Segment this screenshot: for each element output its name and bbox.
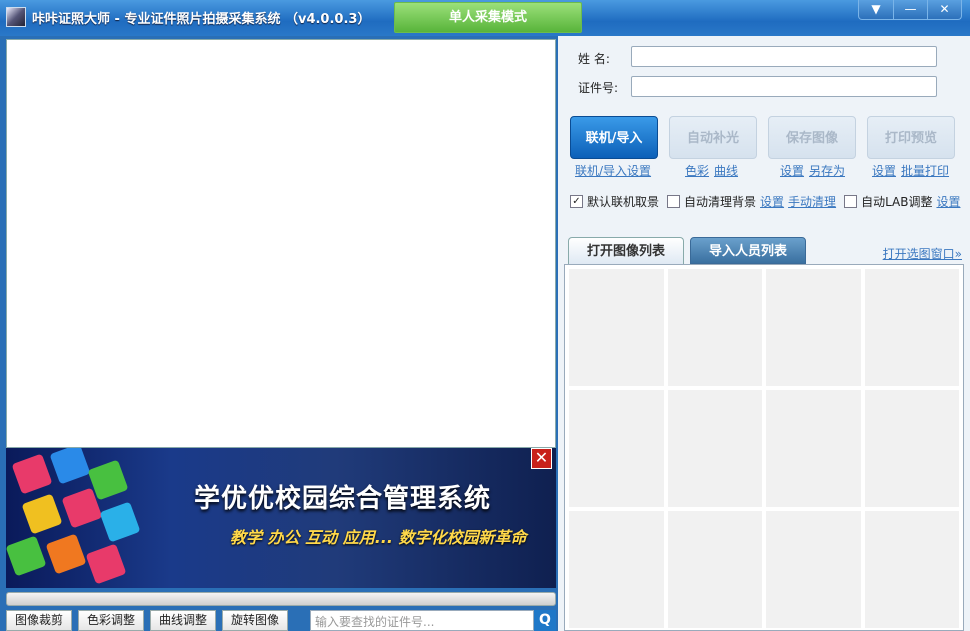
thumbnail-slot[interactable] xyxy=(667,269,762,386)
default-capture-label: 默认联机取景 xyxy=(587,195,660,209)
curve-adjust-button[interactable]: 曲线调整 xyxy=(150,610,217,631)
close-icon[interactable]: ✕ xyxy=(927,0,961,19)
horizontal-scrollbar[interactable] xyxy=(6,592,556,606)
title-bar: 咔咔证照大师 - 专业证件照片拍摄采集系统 （v4.0.0.3） 单人采集模式 … xyxy=(0,0,970,36)
thumbnail-slot[interactable] xyxy=(569,390,664,507)
rotate-button[interactable]: 旋转图像 xyxy=(222,610,289,631)
clear-bg-settings-link[interactable]: 设置 xyxy=(760,193,784,210)
save-image-button[interactable]: 保存图像 xyxy=(768,116,856,159)
save-as-link[interactable]: 另存为 xyxy=(809,162,845,179)
print-preview-button[interactable]: 打印预览 xyxy=(867,116,955,159)
crop-button[interactable]: 图像裁剪 xyxy=(6,610,73,631)
thumbnail-slot[interactable] xyxy=(766,269,861,386)
thumbnail-slot[interactable] xyxy=(864,269,959,386)
color-link[interactable]: 色彩 xyxy=(685,162,709,179)
auto-clear-bg-checkbox[interactable] xyxy=(667,195,681,208)
minimize-icon[interactable]: — xyxy=(893,0,927,19)
id-input[interactable] xyxy=(631,76,937,97)
thumbnail-slot[interactable] xyxy=(667,511,762,628)
ad-banner[interactable]: 学优优校园综合管理系统 教学 办公 互动 应用... 数字化校园新革命 ✕ xyxy=(6,448,556,588)
id-search-input[interactable]: 输入要查找的证件号... xyxy=(310,610,534,631)
save-settings-link[interactable]: 设置 xyxy=(780,162,804,179)
window-controls: ▼ — ✕ xyxy=(858,0,962,20)
id-label: 证件号: xyxy=(578,81,619,95)
thumbnail-slot[interactable] xyxy=(569,269,664,386)
bottom-toolbar: 图像裁剪 色彩调整 曲线调整 旋转图像 xyxy=(6,610,289,631)
connect-import-button[interactable]: 联机/导入 xyxy=(570,116,658,159)
thumbnail-slot[interactable] xyxy=(766,511,861,628)
image-tabs: 打开图像列表 导入人员列表 xyxy=(568,237,807,264)
auto-lab-checkbox[interactable] xyxy=(844,195,858,208)
auto-fill-light-button[interactable]: 自动补光 xyxy=(669,116,757,159)
manual-clear-link[interactable]: 手动清理 xyxy=(788,193,836,210)
single-capture-mode-tab[interactable]: 单人采集模式 xyxy=(394,2,582,33)
banner-close-icon[interactable]: ✕ xyxy=(531,448,552,469)
auto-lab-label: 自动LAB调整 xyxy=(861,195,933,209)
options-row: ✓ 默认联机取景 自动清理背景 设置 手动清理 自动LAB调整 设置 xyxy=(570,193,960,210)
color-adjust-button[interactable]: 色彩调整 xyxy=(78,610,145,631)
right-panel: 姓 名: 证件号: 联机/导入 自动补光 保存图像 打印预览 联机/导入设置 色… xyxy=(558,36,970,631)
tab-open-image-list[interactable]: 打开图像列表 xyxy=(568,237,685,264)
banner-headline: 学优优校园综合管理系统 xyxy=(194,484,492,514)
thumbnail-slot[interactable] xyxy=(864,390,959,507)
thumbnail-slot[interactable] xyxy=(864,511,959,628)
menu-icon[interactable]: ▼ xyxy=(859,0,893,19)
image-preview-area[interactable] xyxy=(6,39,556,448)
tab-import-person-list[interactable]: 导入人员列表 xyxy=(690,237,807,264)
banner-tagline: 教学 办公 互动 应用... 数字化校园新革命 xyxy=(230,528,527,547)
cubes-graphic xyxy=(6,448,156,588)
window-title: 咔咔证照大师 - 专业证件照片拍摄采集系统 （v4.0.0.3） xyxy=(32,12,371,27)
app-icon xyxy=(6,7,26,27)
auto-clear-bg-label: 自动清理背景 xyxy=(684,195,757,209)
connect-settings-link[interactable]: 联机/导入设置 xyxy=(575,162,651,179)
thumbnail-slot[interactable] xyxy=(766,390,861,507)
thumbnail-grid xyxy=(564,264,964,631)
lab-settings-link[interactable]: 设置 xyxy=(936,193,960,210)
open-select-window-link[interactable]: 打开选图窗口» xyxy=(883,245,962,262)
name-input[interactable] xyxy=(631,46,937,67)
thumbnail-slot[interactable] xyxy=(569,511,664,628)
search-icon[interactable]: Q xyxy=(534,610,556,631)
curve-link[interactable]: 曲线 xyxy=(714,162,738,179)
print-settings-link[interactable]: 设置 xyxy=(872,162,896,179)
name-label: 姓 名: xyxy=(578,52,610,66)
thumbnail-slot[interactable] xyxy=(667,390,762,507)
batch-print-link[interactable]: 批量打印 xyxy=(901,162,949,179)
default-capture-checkbox[interactable]: ✓ xyxy=(570,195,583,208)
